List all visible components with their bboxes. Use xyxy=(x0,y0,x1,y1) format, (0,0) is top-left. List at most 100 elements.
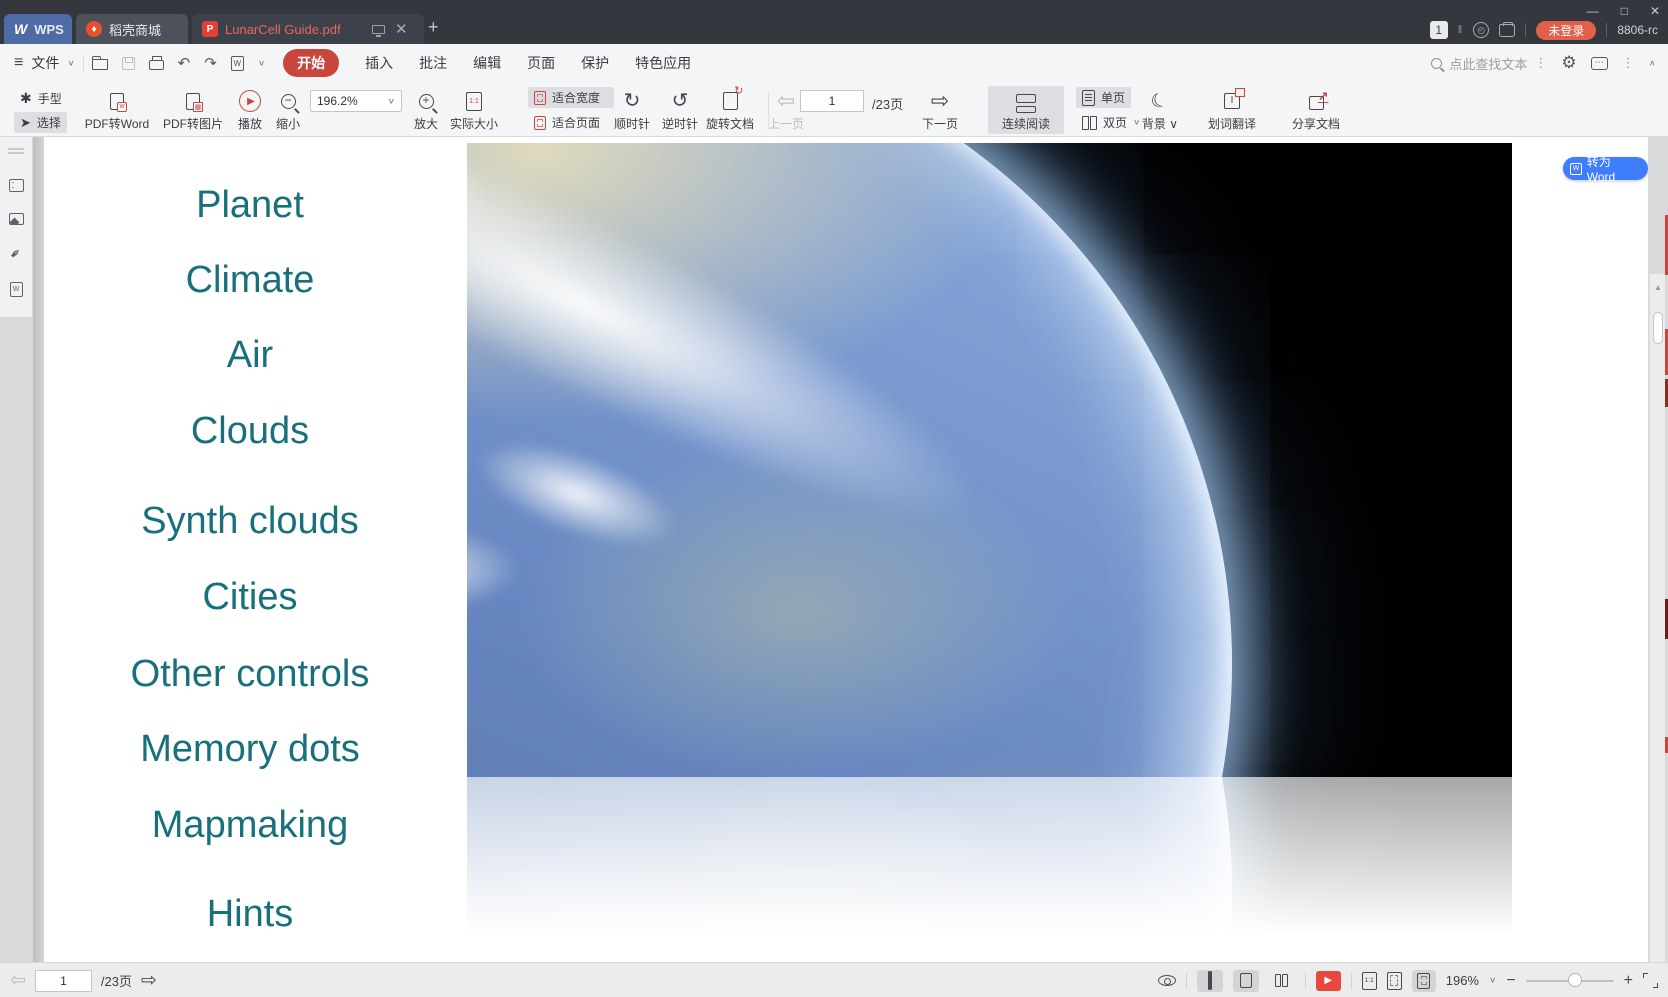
menu-comment[interactable]: 批注 xyxy=(419,53,447,73)
single-page-button[interactable]: 单页 xyxy=(1076,87,1131,108)
doc-link-planet[interactable]: Planet xyxy=(44,184,456,227)
menu-start[interactable]: 开始 xyxy=(283,49,339,77)
next-page-button[interactable]: ⇨ 下一页 xyxy=(916,88,964,132)
translate-button[interactable]: I 划词翻译 xyxy=(1196,88,1268,132)
more-options-icon[interactable]: ⋮ xyxy=(1622,55,1635,71)
document-count-badge[interactable]: 1 xyxy=(1430,21,1448,39)
pdf-to-word-button[interactable]: w PDF转Word xyxy=(82,88,152,132)
doc-link-cities[interactable]: Cities xyxy=(44,576,456,619)
menu-items: 开始 插入 批注 编辑 页面 保护 特色应用 xyxy=(283,49,691,77)
doc-link-climate[interactable]: Climate xyxy=(44,259,456,302)
login-button[interactable]: 未登录 xyxy=(1536,21,1596,40)
select-tool-button[interactable]: ➤ 选择 xyxy=(14,112,67,133)
find-text-placeholder: 点此查找文本 xyxy=(1449,54,1527,73)
actual-size-icon[interactable]: 1:1 xyxy=(1362,972,1377,990)
pdf-to-image-button[interactable]: ▦ PDF转图片 xyxy=(158,88,228,132)
gear-icon[interactable]: ⚙ xyxy=(1561,53,1576,73)
share-document-button[interactable]: ↗ 分享文档 xyxy=(1280,88,1352,132)
zoom-in-plus-icon[interactable]: + xyxy=(1624,972,1633,990)
fit-width-button[interactable]: 适合宽度 xyxy=(528,87,614,108)
to-word-panel-icon[interactable]: W xyxy=(6,279,26,299)
maximize-button[interactable]: □ xyxy=(1621,4,1628,18)
image-panel-icon[interactable] xyxy=(6,209,26,229)
fullscreen-icon[interactable] xyxy=(1643,973,1658,988)
feedback-icon[interactable]: ⋯ xyxy=(1591,57,1608,70)
vertical-scrollbar[interactable]: ▲ ▼ xyxy=(1649,274,1665,997)
panel-grip[interactable] xyxy=(8,148,24,150)
menu-special-features[interactable]: 特色应用 xyxy=(635,53,691,73)
zoom-slider-knob[interactable] xyxy=(1568,973,1582,987)
menu-edit[interactable]: 编辑 xyxy=(473,53,501,73)
next-page-icon[interactable]: ⇨ xyxy=(141,971,157,990)
find-text-box[interactable]: 点此查找文本 ⋮ xyxy=(1431,54,1547,73)
tab-close-icon[interactable]: ✕ xyxy=(395,20,408,38)
zoom-out-minus-icon[interactable]: − xyxy=(1506,972,1515,990)
new-tab-button[interactable]: + xyxy=(428,18,439,36)
docer-member-icon[interactable]: ◴ xyxy=(1473,22,1489,38)
continuous-reading-icon xyxy=(1016,94,1036,103)
page-number-input[interactable] xyxy=(800,90,864,112)
menu-protect[interactable]: 保护 xyxy=(581,53,609,73)
titlebar: W WPS ♦ 稻壳商城 P LunarCell Guide.pdf ✕ + —… xyxy=(0,0,1668,44)
continuous-reading-button[interactable]: 连续阅读 xyxy=(988,86,1064,134)
prev-page-icon[interactable]: ⇦ xyxy=(10,971,26,990)
statusbar-page-input[interactable] xyxy=(35,970,92,992)
doc-link-memory-dots[interactable]: Memory dots xyxy=(44,728,456,771)
zoom-slider[interactable] xyxy=(1526,980,1614,982)
divider xyxy=(1305,973,1306,989)
hand-tool-button[interactable]: ✱ 手型 xyxy=(14,88,68,109)
actual-size-button[interactable]: 1:1 实际大小 xyxy=(444,88,504,132)
scroll-up-arrow[interactable]: ▲ xyxy=(1650,280,1666,296)
doc-link-mapmaking[interactable]: Mapmaking xyxy=(44,804,456,847)
zoom-out-button[interactable]: − 缩小 xyxy=(266,88,310,132)
toolbar: ✱ 手型 ➤ 选择 w PDF转Word ▦ PDF转图片 ▶ 播放 − 缩小 … xyxy=(0,82,1668,137)
fit-page-icon[interactable] xyxy=(1387,972,1402,990)
share-icon: ↗ xyxy=(1309,96,1324,110)
doc-link-clouds[interactable]: Clouds xyxy=(44,410,456,453)
rotate-document-button[interactable]: ↻ 旋转文档 xyxy=(700,88,760,132)
doc-link-hints[interactable]: Hints xyxy=(44,893,456,936)
close-button[interactable]: ✕ xyxy=(1650,4,1660,18)
export-word-icon[interactable]: W xyxy=(231,56,244,71)
fit-page-button[interactable]: 适合页面 xyxy=(528,112,614,133)
outline-panel-icon[interactable]: -- xyxy=(6,175,26,195)
chevron-down-icon[interactable]: ∨ xyxy=(1489,976,1496,985)
tab-wps-home[interactable]: W WPS xyxy=(4,14,72,44)
rotate-clockwise-button[interactable]: ↻ 顺时针 xyxy=(608,88,656,132)
annotate-pen-icon[interactable]: ✒ xyxy=(6,243,26,263)
view-single-page-button[interactable] xyxy=(1233,970,1259,992)
file-menu[interactable]: 文件 xyxy=(31,53,59,73)
collapse-ribbon-icon[interactable]: ∧ xyxy=(1649,59,1656,68)
eye-protect-icon[interactable] xyxy=(1158,975,1176,986)
menu-insert[interactable]: 插入 xyxy=(365,53,393,73)
view-continuous-button[interactable] xyxy=(1197,970,1223,992)
tab-docer-store[interactable]: ♦ 稻壳商城 xyxy=(76,14,188,44)
save-icon[interactable] xyxy=(122,57,135,70)
chevron-down-icon[interactable]: ∨ xyxy=(67,59,74,68)
background-button[interactable]: ☾ 背景 ∨ xyxy=(1128,88,1192,132)
hamburger-icon[interactable]: ≡ xyxy=(14,54,23,72)
doc-link-air[interactable]: Air xyxy=(44,334,456,377)
more-dots-icon[interactable]: ⋮ xyxy=(1534,55,1547,71)
play-button[interactable]: ▶ xyxy=(1316,971,1341,991)
print-icon[interactable] xyxy=(149,60,164,70)
projection-icon[interactable] xyxy=(372,25,385,34)
doc-link-other-controls[interactable]: Other controls xyxy=(44,653,456,696)
zoom-in-button[interactable]: + 放大 xyxy=(404,88,448,132)
menu-page[interactable]: 页面 xyxy=(527,53,555,73)
fit-width-button[interactable] xyxy=(1412,970,1436,992)
scrollbar-thumb[interactable] xyxy=(1653,312,1663,344)
redo-icon[interactable]: ↷ xyxy=(204,54,217,72)
undo-icon[interactable]: ↶ xyxy=(178,54,191,72)
minimize-button[interactable]: — xyxy=(1587,4,1599,18)
rotate-counterclockwise-button[interactable]: ↺ 逆时针 xyxy=(656,88,704,132)
skin-icon[interactable] xyxy=(1499,24,1515,37)
convert-to-word-button[interactable]: W 转为Word xyxy=(1563,157,1648,180)
zoom-level-select[interactable]: 196.2% ∨ xyxy=(310,90,402,112)
account-row: 1 ‖ ◴ 未登录 8806-rc xyxy=(1430,19,1668,41)
chevron-down-icon[interactable]: ∨ xyxy=(258,59,265,68)
open-file-icon[interactable] xyxy=(92,59,108,70)
statusbar-zoom-value[interactable]: 196% xyxy=(1446,973,1479,988)
doc-link-synth-clouds[interactable]: Synth clouds xyxy=(44,500,456,543)
view-double-page-button[interactable] xyxy=(1269,970,1295,992)
